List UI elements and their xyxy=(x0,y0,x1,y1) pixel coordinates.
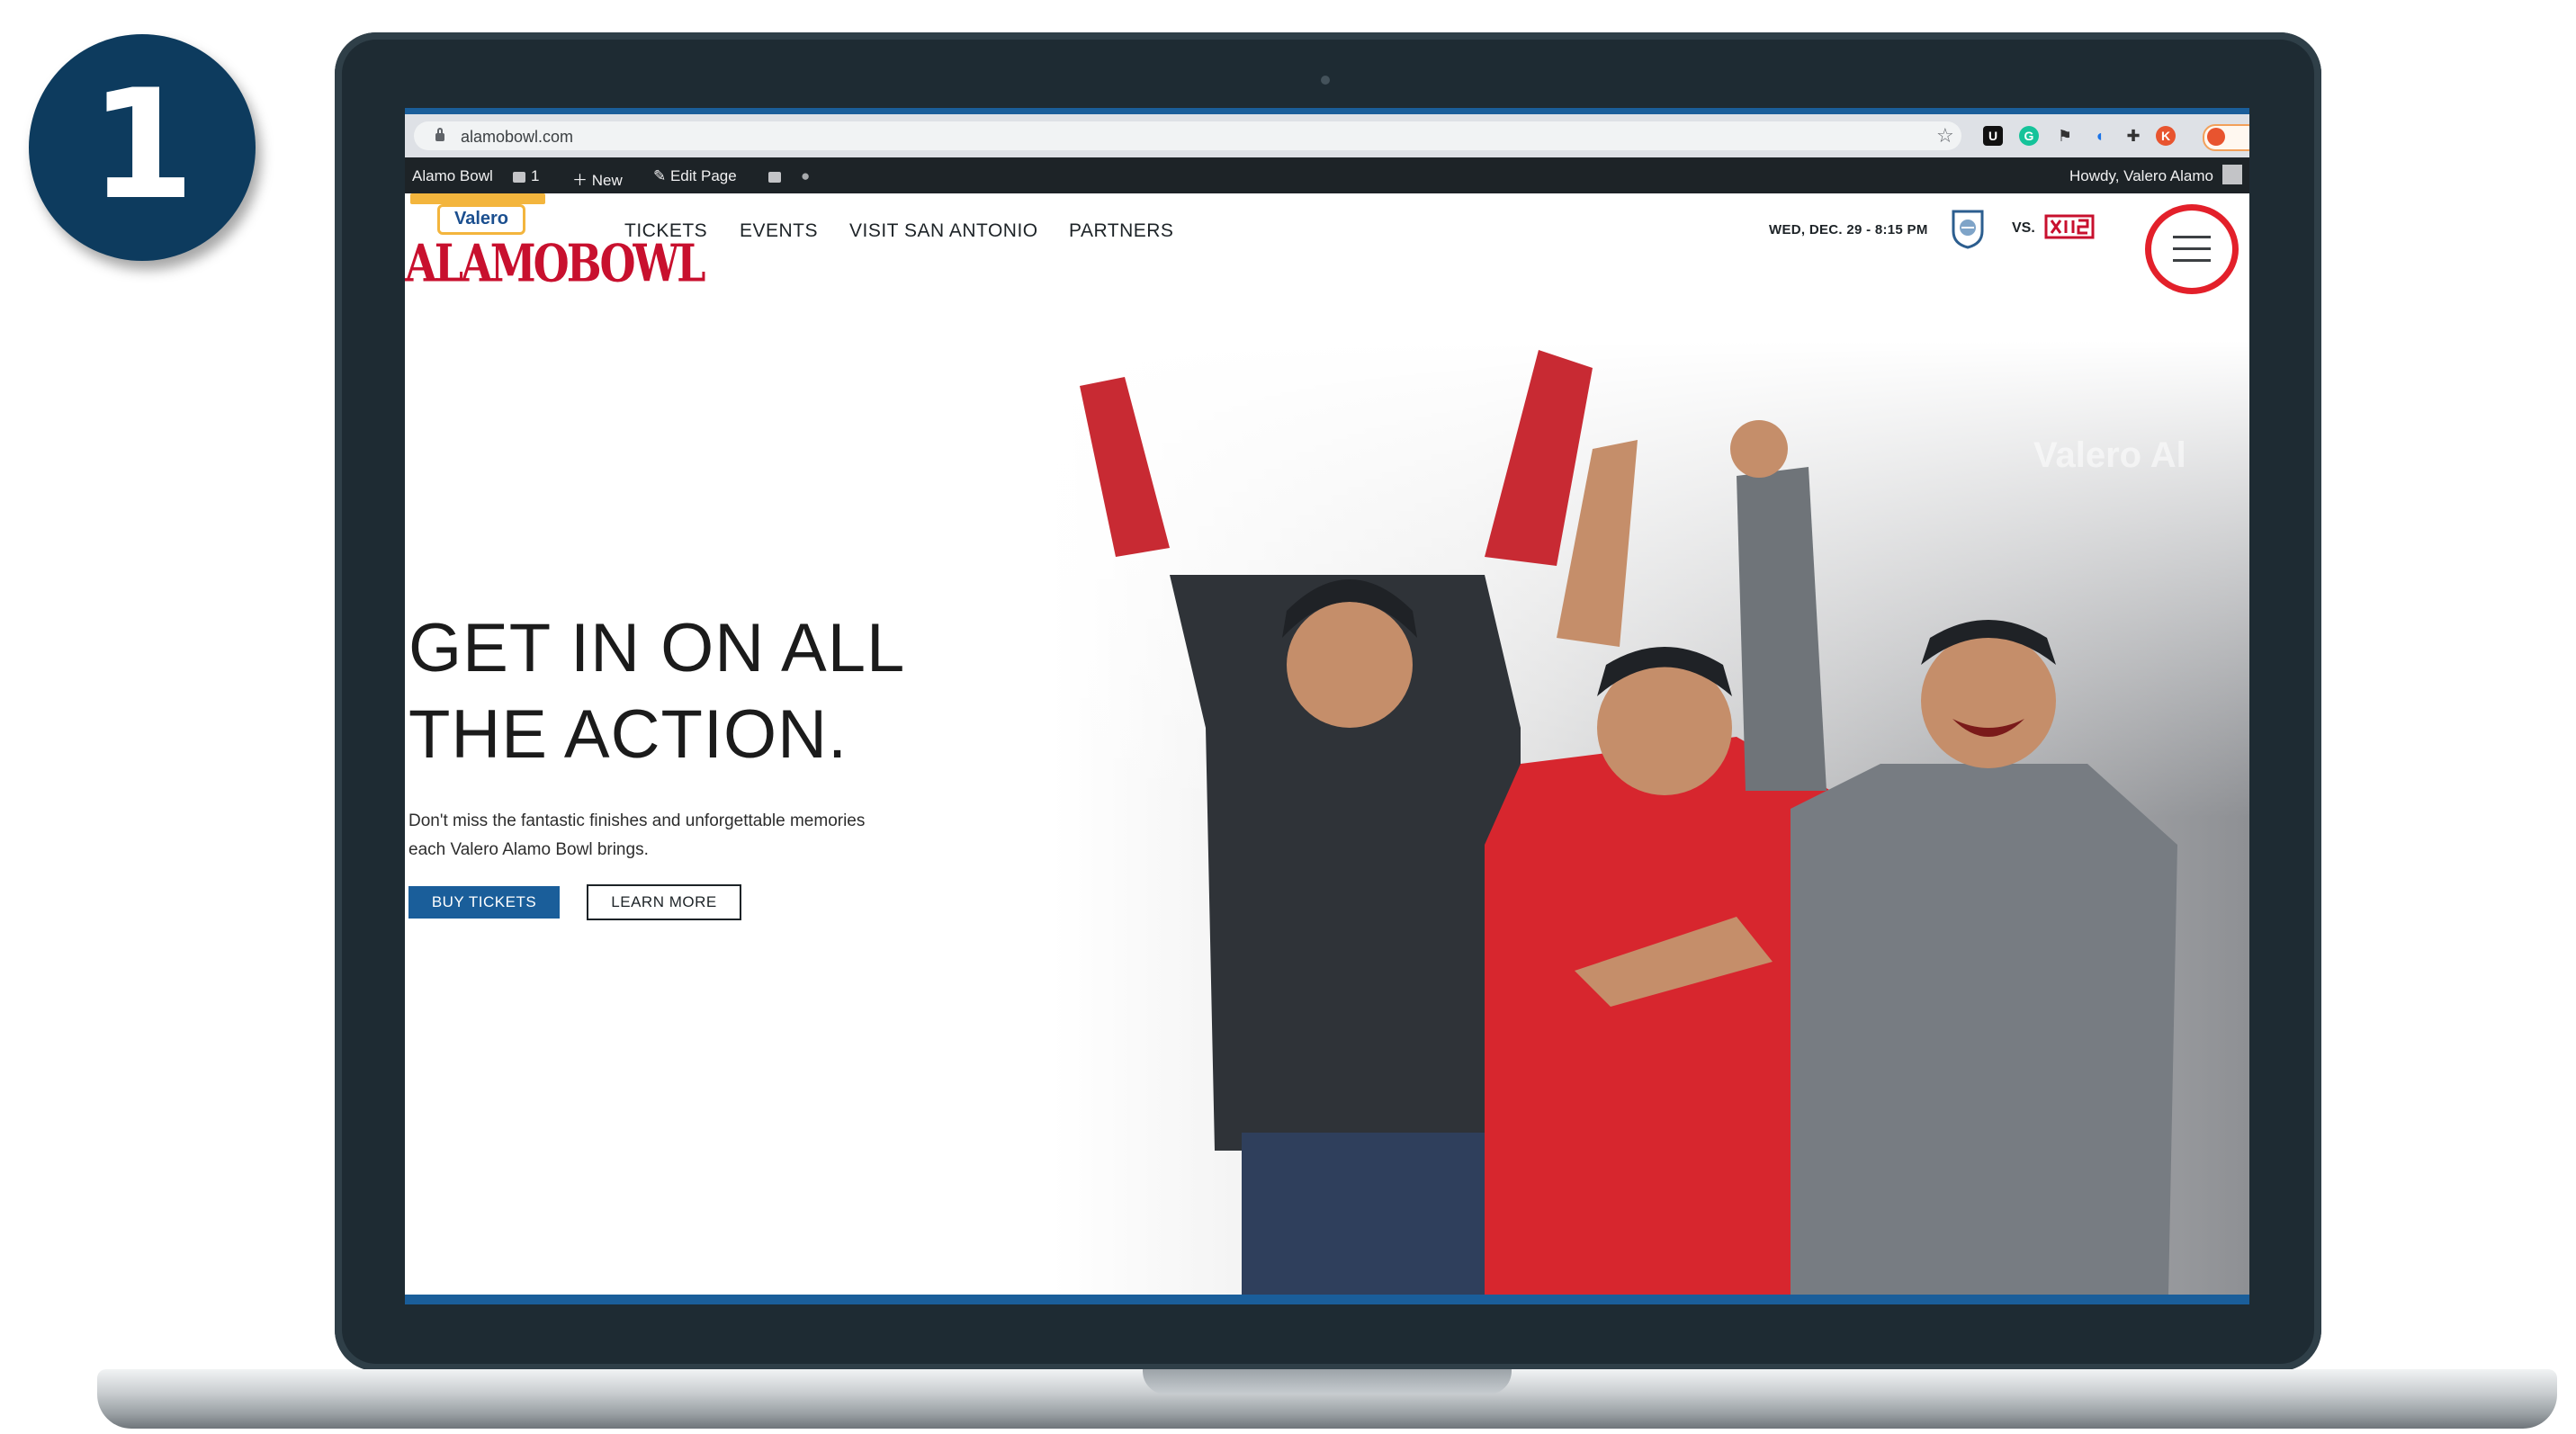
profile-button[interactable] xyxy=(2203,124,2249,151)
step-badge: 1 xyxy=(29,34,256,261)
site-header: Valero ALAMOBOWL TICKETS EVENTS VISIT SA… xyxy=(405,193,2249,301)
big12-logo-icon xyxy=(2044,214,2095,239)
laptop-notch xyxy=(1143,1369,1512,1394)
svg-text:Valero Al: Valero Al xyxy=(2033,435,2186,475)
pac12-logo-icon xyxy=(1952,210,1984,249)
url-text: alamobowl.com xyxy=(461,128,574,146)
admin-new-label: New xyxy=(591,172,623,189)
nav-visit-san-antonio[interactable]: VISIT SAN ANTONIO xyxy=(849,220,1038,242)
vs-label: VS. xyxy=(2012,220,2035,236)
comments-count: 1 xyxy=(531,167,540,184)
admin-edit-label: Edit Page xyxy=(669,167,737,184)
lock-icon xyxy=(435,128,444,141)
hamburger-menu-icon xyxy=(2173,236,2211,263)
wp-admin-bar: Alamo Bowl 1 ＋ New ✎ Edit Page ● Howdy, … xyxy=(405,157,2249,193)
hero-copy-line-1: Don't miss the fantastic finishes and un… xyxy=(408,811,866,830)
hero-title-line-1: GET IN ON ALL xyxy=(408,610,906,686)
flag-icon[interactable]: ⚑ xyxy=(2055,126,2075,146)
grammarly-icon[interactable]: G xyxy=(2019,126,2039,146)
laptop-screen: alamobowl.com ☆ U G ⚑ ◖ ✚ K Alamo Bowl 1… xyxy=(405,108,2249,1304)
alamo-bowl-logo[interactable]: Valero ALAMOBOWL xyxy=(405,193,706,294)
admin-edit-page[interactable]: ✎ Edit Page xyxy=(653,167,737,185)
buy-tickets-button[interactable]: BUY TICKETS xyxy=(408,886,560,919)
address-bar[interactable]: alamobowl.com ☆ xyxy=(414,121,1961,150)
nav-partners[interactable]: PARTNERS xyxy=(1069,220,1173,242)
status-dot-icon: ● xyxy=(801,167,811,184)
admin-howdy[interactable]: Howdy, Valero Alamo xyxy=(2069,167,2213,185)
logo-wordmark: ALAMOBOWL xyxy=(405,232,706,294)
pencil-icon: ✎ xyxy=(653,167,670,184)
yoast-icon[interactable] xyxy=(768,167,786,185)
hero-copy: Don't miss the fantastic finishes and un… xyxy=(408,807,984,865)
admin-comments[interactable]: 1 xyxy=(513,167,539,185)
browser-toolbar: alamobowl.com ☆ U G ⚑ ◖ ✚ K xyxy=(405,114,2249,157)
camera-icon xyxy=(1321,76,1330,85)
audio-icon[interactable]: ◖ xyxy=(2089,126,2109,146)
admin-site-name[interactable]: Alamo Bowl xyxy=(412,167,493,185)
menu-button[interactable] xyxy=(2145,204,2239,294)
plus-icon: ＋ xyxy=(572,172,592,189)
nav-events[interactable]: EVENTS xyxy=(740,220,818,242)
step-number: 1 xyxy=(89,57,195,233)
admin-avatar[interactable] xyxy=(2222,165,2242,184)
hero-title-line-2: THE ACTION. xyxy=(408,696,848,773)
profile-avatar[interactable]: K xyxy=(2156,126,2176,146)
learn-more-button[interactable]: LEARN MORE xyxy=(587,884,741,920)
puzzle-icon[interactable]: ✚ xyxy=(2123,126,2143,146)
bookmark-star-icon[interactable]: ☆ xyxy=(1936,124,1954,148)
hero-title: GET IN ON ALL THE ACTION. xyxy=(408,605,1056,778)
comment-icon xyxy=(513,171,525,183)
hero-photo: Valero Al xyxy=(1053,341,2249,1295)
nav-tickets[interactable]: TICKETS xyxy=(624,220,707,242)
admin-new[interactable]: ＋ New xyxy=(572,167,623,190)
u-icon[interactable]: U xyxy=(1983,126,2003,146)
hero-copy-line-2: each Valero Alamo Bowl brings. xyxy=(408,840,649,859)
logo-ribbon xyxy=(410,193,545,204)
game-date: WED, DEC. 29 - 8:15 PM xyxy=(1769,222,1928,238)
